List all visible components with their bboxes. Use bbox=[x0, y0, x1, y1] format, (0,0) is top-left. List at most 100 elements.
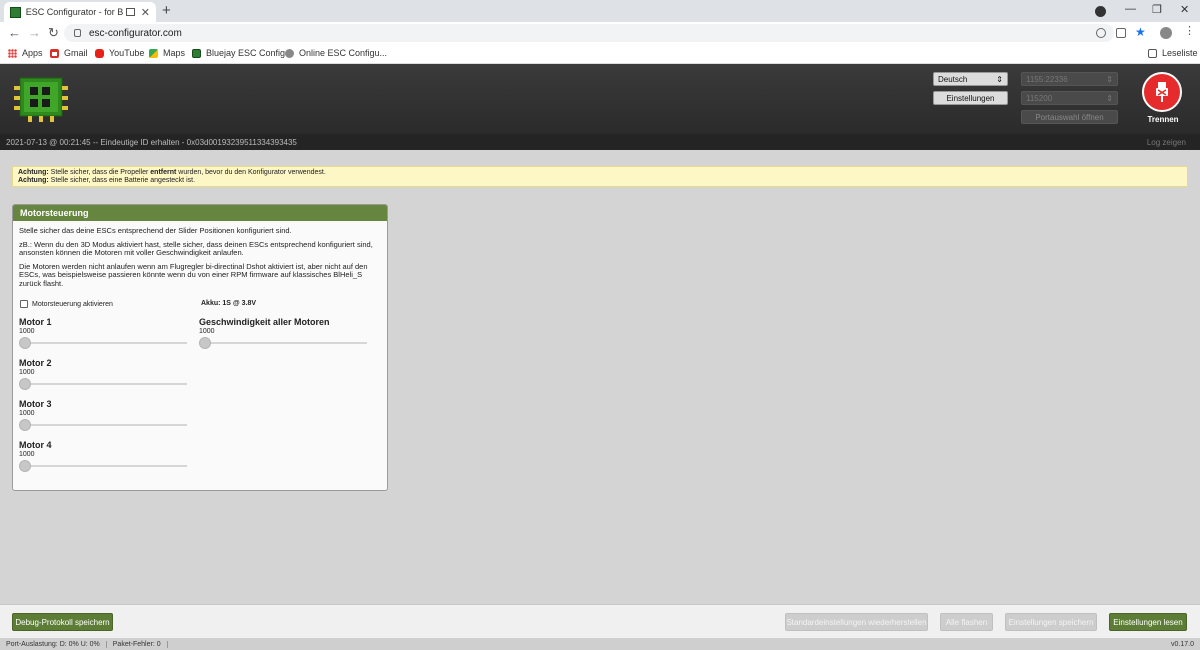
all-motors-value: 1000 bbox=[199, 328, 215, 335]
port-select[interactable]: 1155:22336 ⇕ bbox=[1021, 72, 1118, 86]
bookmarks-bar: Apps Gmail YouTube Maps Bluejay ESC Conf… bbox=[0, 44, 1200, 64]
reading-list[interactable]: Leseliste bbox=[1148, 48, 1198, 58]
enable-motor-control-checkbox[interactable] bbox=[20, 300, 28, 308]
port-select-open-button[interactable]: Portauswahl öffnen bbox=[1021, 110, 1118, 124]
save-debug-log-button[interactable]: Debug-Protokoll speichern bbox=[12, 613, 113, 631]
close-window-icon[interactable]: ✕ bbox=[1180, 3, 1189, 16]
all-motors-name: Geschwindigkeit aller Motoren bbox=[199, 317, 330, 327]
language-select[interactable]: Deutsch ⇕ bbox=[933, 72, 1008, 86]
panel-title: Motorsteuerung bbox=[13, 205, 387, 221]
info-text-2: zB.: Wenn du den 3D Modus aktiviert hast… bbox=[19, 239, 373, 257]
show-log-link[interactable]: Log zeigen bbox=[1147, 138, 1186, 147]
disconnect-button[interactable] bbox=[1142, 72, 1182, 112]
browser-tab-strip: ESC Configurator - for Blueja ✕ + — ❐ ✕ bbox=[0, 0, 1200, 22]
motor-name: Motor 4 bbox=[19, 440, 52, 450]
all-motors-control: Geschwindigkeit aller Motoren 1000 bbox=[199, 317, 369, 349]
esc-logo-icon bbox=[14, 77, 68, 122]
slider-handle[interactable] bbox=[19, 419, 31, 431]
reading-list-icon bbox=[1148, 48, 1157, 58]
slider-track bbox=[199, 342, 367, 344]
motor-value: 1000 bbox=[19, 369, 35, 376]
bookmark-gmail[interactable]: Gmail bbox=[50, 48, 88, 58]
minimize-icon[interactable]: — bbox=[1125, 3, 1136, 15]
warning-line-battery: Achtung: Stelle sicher, dass eine Batter… bbox=[18, 177, 196, 184]
motor-name: Motor 1 bbox=[19, 317, 52, 327]
motor-4-slider[interactable] bbox=[19, 460, 189, 472]
new-tab-icon[interactable]: + bbox=[162, 2, 171, 19]
enable-motor-control[interactable]: Motorsteuerung aktivieren bbox=[20, 300, 113, 308]
warning-box: Achtung: Stelle sicher, dass die Propell… bbox=[12, 166, 1188, 187]
motor-3-control: Motor 3 1000 bbox=[19, 399, 189, 431]
bookmark-maps[interactable]: Maps bbox=[149, 48, 185, 58]
translate-icon[interactable] bbox=[1116, 28, 1126, 38]
select-arrows-icon: ⇕ bbox=[1106, 93, 1113, 103]
menu-icon[interactable]: ⋮ bbox=[1184, 24, 1195, 37]
slider-track bbox=[19, 383, 187, 385]
usb-plug-icon bbox=[1156, 82, 1168, 102]
youtube-icon bbox=[95, 48, 104, 58]
gmail-icon bbox=[50, 48, 59, 58]
motor-value: 1000 bbox=[19, 410, 35, 417]
back-icon[interactable]: ← bbox=[8, 25, 21, 40]
info-text-1: Stelle sicher das deine ESCs entsprechen… bbox=[19, 226, 292, 235]
slider-handle[interactable] bbox=[199, 337, 211, 349]
reload-icon[interactable]: ↻ bbox=[48, 25, 59, 41]
baud-select[interactable]: 115200 ⇕ bbox=[1021, 91, 1118, 105]
motor-value: 1000 bbox=[19, 451, 35, 458]
motor-1-slider[interactable] bbox=[19, 337, 189, 349]
version-label: v0.17.0 bbox=[1171, 640, 1194, 648]
warning-line-propellers: Achtung: Stelle sicher, dass die Propell… bbox=[18, 169, 326, 176]
motor-2-slider[interactable] bbox=[19, 378, 189, 390]
esc-favicon-icon bbox=[192, 48, 201, 58]
close-tab-icon[interactable]: ✕ bbox=[141, 6, 150, 19]
url-text: esc-configurator.com bbox=[89, 27, 182, 39]
restore-defaults-button[interactable]: Standardeinstellungen wiederherstellen bbox=[785, 613, 928, 631]
lock-icon[interactable] bbox=[74, 29, 81, 37]
profile-avatar[interactable] bbox=[1160, 27, 1172, 39]
browser-tab[interactable]: ESC Configurator - for Blueja ✕ bbox=[4, 2, 156, 22]
slider-track bbox=[19, 465, 187, 467]
restore-icon[interactable]: ❐ bbox=[1152, 3, 1162, 16]
all-motors-slider[interactable] bbox=[199, 337, 369, 349]
select-arrows-icon: ⇕ bbox=[1106, 74, 1113, 84]
read-settings-button[interactable]: Einstellungen lesen bbox=[1109, 613, 1187, 631]
slider-handle[interactable] bbox=[19, 337, 31, 349]
tab-title: ESC Configurator - for Blueja bbox=[25, 7, 123, 17]
disconnect-label: Trennen bbox=[1147, 115, 1179, 124]
bookmark-bluejay[interactable]: Bluejay ESC Config... bbox=[192, 48, 293, 58]
motor-name: Motor 3 bbox=[19, 399, 52, 409]
bookmark-apps[interactable]: Apps bbox=[8, 48, 43, 58]
motor-3-slider[interactable] bbox=[19, 419, 189, 431]
apps-grid-icon bbox=[8, 48, 17, 58]
status-bar: Port-Auslastung: D: 0% U: 0% Paket-Fehle… bbox=[0, 638, 1200, 650]
address-bar[interactable]: esc-configurator.com bbox=[64, 24, 1114, 42]
port-usage: Port-Auslastung: D: 0% U: 0% bbox=[0, 640, 107, 648]
tab-search-icon[interactable] bbox=[1095, 6, 1106, 17]
panel-body: Stelle sicher das deine ESCs entsprechen… bbox=[13, 221, 387, 299]
slider-handle[interactable] bbox=[19, 378, 31, 390]
save-settings-button[interactable]: Einstellungen speichern bbox=[1005, 613, 1097, 631]
packet-errors: Paket-Fehler: 0 bbox=[107, 640, 168, 648]
motor-control-panel: Motorsteuerung Stelle sicher das deine E… bbox=[12, 204, 388, 491]
maps-icon bbox=[149, 48, 158, 58]
motor-2-control: Motor 2 1000 bbox=[19, 358, 189, 390]
battery-status: Akku: 1S @ 3.8V bbox=[201, 300, 257, 307]
motor-4-control: Motor 4 1000 bbox=[19, 440, 189, 472]
forward-icon[interactable]: → bbox=[28, 25, 41, 40]
log-message: 2021-07-13 @ 00:21:45 -- Eindeutige ID e… bbox=[6, 137, 297, 147]
footer-bar: Debug-Protokoll speichern Standardeinste… bbox=[0, 604, 1200, 638]
esc-favicon-icon bbox=[10, 6, 21, 18]
motor-name: Motor 2 bbox=[19, 358, 52, 368]
bookmark-star-icon[interactable]: ★ bbox=[1135, 25, 1146, 39]
slider-track bbox=[19, 342, 187, 344]
globe-icon bbox=[285, 48, 294, 58]
enable-motor-control-label: Motorsteuerung aktivieren bbox=[32, 300, 113, 308]
slider-handle[interactable] bbox=[19, 460, 31, 472]
info-text-3: Die Motoren werden nicht anlaufen wenn a… bbox=[19, 261, 368, 288]
settings-button[interactable]: Einstellungen bbox=[933, 91, 1008, 105]
bookmark-online-esc[interactable]: Online ESC Configu... bbox=[285, 48, 387, 58]
bookmark-youtube[interactable]: YouTube bbox=[95, 48, 144, 58]
media-icon[interactable] bbox=[125, 8, 135, 16]
flash-all-button[interactable]: Alle flashen bbox=[940, 613, 993, 631]
install-icon[interactable] bbox=[1096, 28, 1106, 38]
